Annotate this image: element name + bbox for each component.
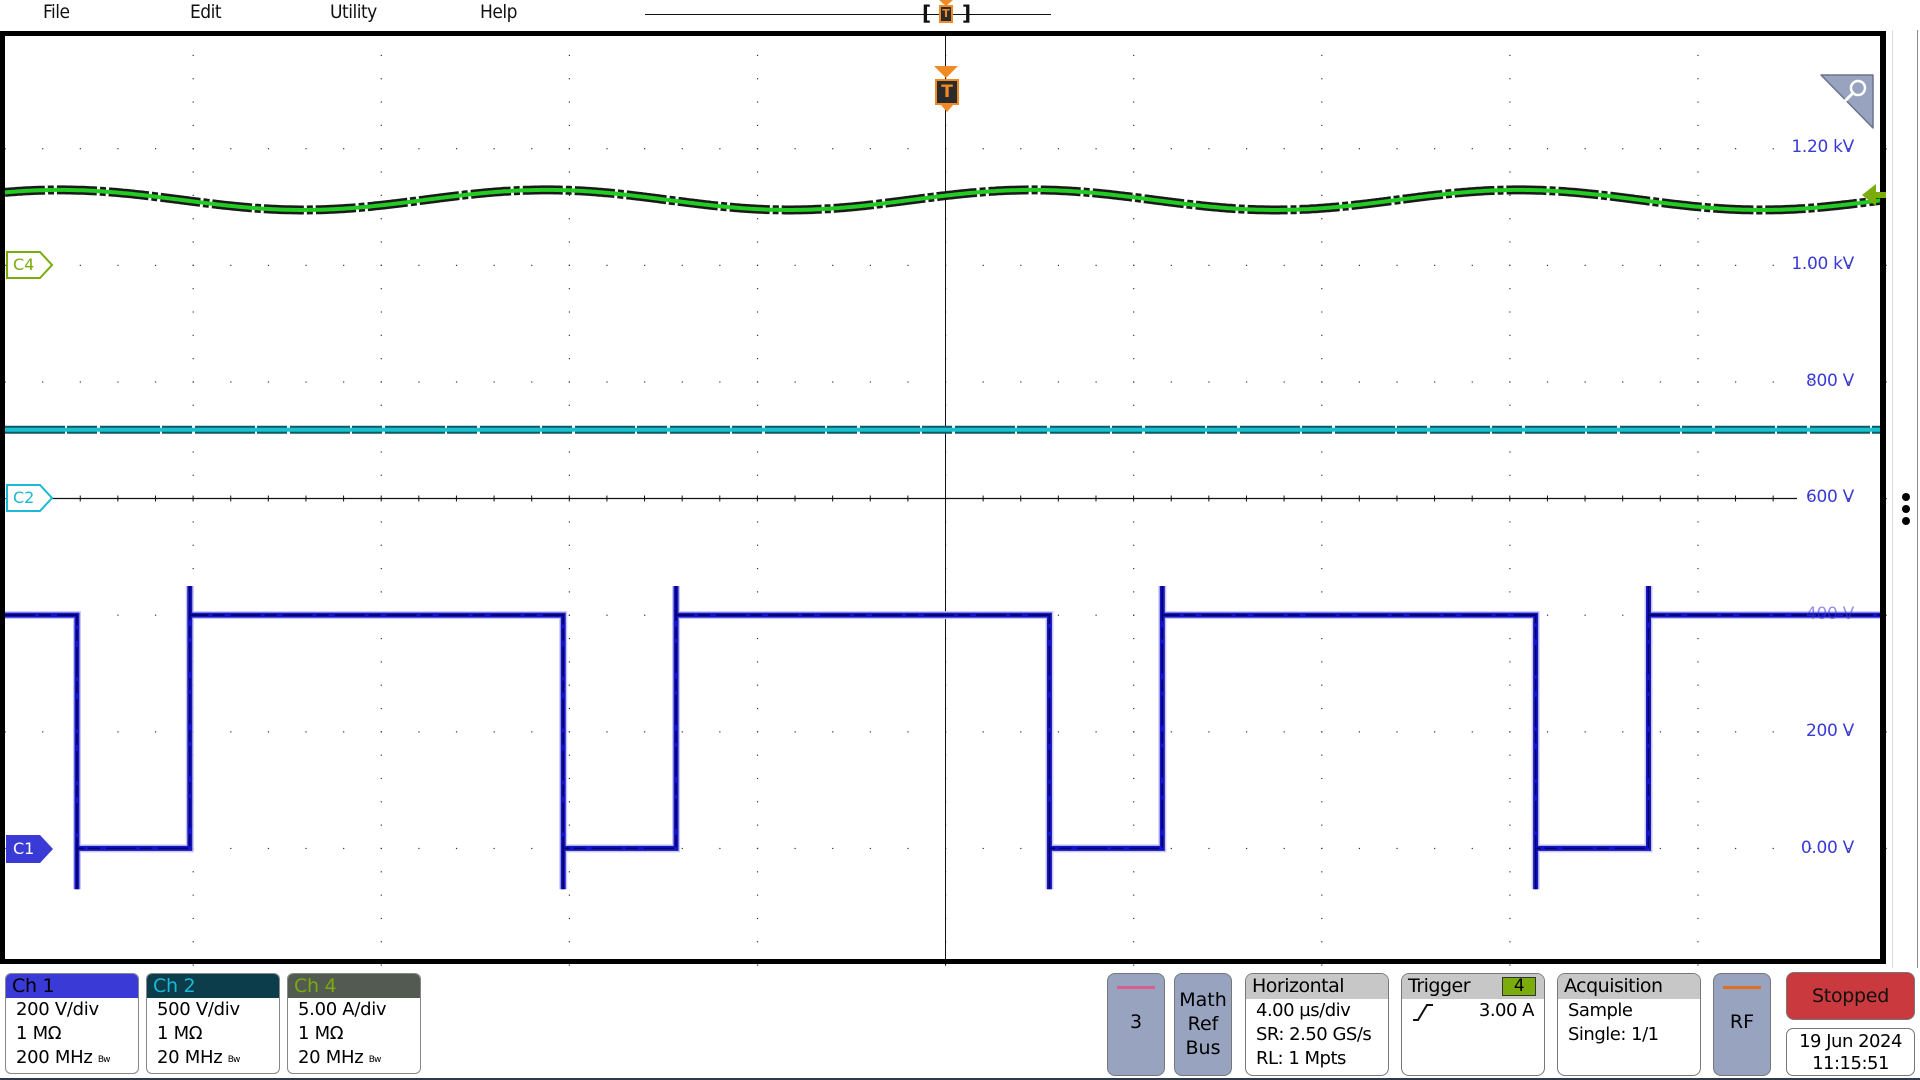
- ch1-ground-marker[interactable]: C1: [6, 835, 54, 863]
- view-bracket-left: [: [922, 1, 932, 25]
- trigger-position-tip-icon: [941, 105, 953, 112]
- ch4-badge[interactable]: Ch 4 5.00 A/div 1 MΩ 20 MHz Bw: [287, 973, 421, 1074]
- date: 19 Jun 2024: [1799, 1031, 1902, 1052]
- menu-help[interactable]: Help: [480, 1, 517, 23]
- axis-label: 400 V: [1806, 604, 1854, 624]
- rf-color-bar: [1723, 986, 1761, 989]
- vertical-ellipsis-icon[interactable]: [1902, 493, 1912, 529]
- ch1-badge-title: Ch 1: [6, 974, 138, 998]
- ch2-bandwidth: 20 MHz: [157, 1047, 223, 1068]
- ch4-bandwidth-row: 20 MHz Bw: [288, 1046, 420, 1072]
- ch2-bandwidth-row: 20 MHz Bw: [147, 1046, 279, 1072]
- axis-label: 0.00 V: [1800, 838, 1854, 858]
- ch4-ground-marker[interactable]: C4: [6, 251, 54, 279]
- math-label: Math: [1179, 989, 1227, 1011]
- ch3-label: 3: [1129, 1011, 1143, 1033]
- bandwidth-limit-icon: Bw: [368, 1055, 382, 1065]
- trigger-level-arrow-icon[interactable]: [1862, 182, 1886, 208]
- axis-label: 1.20 kV: [1791, 137, 1854, 157]
- bandwidth-limit-icon: Bw: [227, 1055, 241, 1065]
- menu-utility[interactable]: Utility: [330, 1, 377, 23]
- side-panel-edge: [1917, 30, 1918, 968]
- view-bracket-right: ]: [962, 1, 972, 25]
- acquisition-badge[interactable]: Acquisition Sample Single: 1/1: [1557, 973, 1701, 1076]
- date-time-display: 19 Jun 2024 11:15:51: [1786, 1028, 1915, 1076]
- ch3-button[interactable]: 3: [1107, 973, 1165, 1076]
- sample-rate: SR: 2.50 GS/s: [1256, 1024, 1372, 1045]
- zoom-button[interactable]: [1819, 74, 1875, 130]
- bus-label: Bus: [1185, 1037, 1221, 1059]
- time: 11:15:51: [1812, 1053, 1889, 1074]
- menu-edit[interactable]: Edit: [190, 1, 222, 23]
- trigger-title-row: Trigger 4: [1402, 974, 1544, 999]
- ref-label: Ref: [1187, 1013, 1219, 1035]
- ch1-badge[interactable]: Ch 1 200 V/div 1 MΩ 200 MHz Bw: [5, 973, 139, 1074]
- timeline-trigger-icon[interactable]: T: [939, 5, 953, 23]
- ch1-scale: 200 V/div: [16, 999, 99, 1020]
- rf-label: RF: [1729, 1011, 1755, 1033]
- record-length: RL: 1 Mpts: [1256, 1048, 1346, 1069]
- acquisition-title: Acquisition: [1558, 974, 1700, 999]
- axis-label: 200 V: [1806, 721, 1854, 741]
- rising-edge-icon: [1413, 1004, 1433, 1021]
- ch4-bandwidth: 20 MHz: [298, 1047, 364, 1068]
- rf-button[interactable]: RF: [1713, 973, 1771, 1076]
- acquisition-mode: Sample: [1568, 1000, 1633, 1021]
- settings-bar: Ch 1 200 V/div 1 MΩ 200 MHz Bw Ch 2 500 …: [0, 968, 1920, 1080]
- acquisition-status: Single: 1/1: [1568, 1024, 1659, 1045]
- ch2-scale: 500 V/div: [157, 999, 240, 1020]
- ch2-ground-marker[interactable]: C2: [6, 484, 54, 512]
- trigger-badge[interactable]: Trigger 4 3.00 A: [1401, 973, 1545, 1076]
- ch4-marker-label: C4: [13, 255, 35, 274]
- trigger-title: Trigger: [1408, 975, 1471, 997]
- ch1-bandwidth: 200 MHz: [16, 1047, 93, 1068]
- ch4-impedance: 1 MΩ: [298, 1023, 344, 1044]
- plot-frame: [0, 31, 1886, 964]
- side-panel-handle[interactable]: [1892, 30, 1920, 968]
- menu-bar: File Edit Utility Help [ ] T: [0, 0, 1920, 30]
- axis-label: 800 V: [1806, 371, 1854, 391]
- record-timeline[interactable]: [645, 14, 1051, 15]
- ch3-color-bar: [1117, 986, 1155, 989]
- math-ref-bus-button[interactable]: Math Ref Bus: [1174, 973, 1232, 1076]
- bandwidth-limit-icon: Bw: [97, 1055, 111, 1065]
- trigger-position-arrow-icon[interactable]: [934, 66, 958, 78]
- run-stop-button[interactable]: Stopped: [1786, 972, 1915, 1020]
- ch4-scale: 5.00 A/div: [298, 999, 387, 1020]
- ch4-badge-title: Ch 4: [288, 974, 420, 998]
- axis-label: 1.00 kV: [1791, 254, 1854, 274]
- ch2-impedance: 1 MΩ: [157, 1023, 203, 1044]
- trigger-source-badge: 4: [1502, 977, 1536, 996]
- ch1-bandwidth-row: 200 MHz Bw: [6, 1046, 138, 1072]
- magnifier-icon: [1820, 74, 1874, 129]
- ch2-badge-title: Ch 2: [147, 974, 279, 998]
- trigger-level: 3.00 A: [1478, 1000, 1535, 1021]
- trigger-position-icon[interactable]: T: [935, 79, 959, 105]
- horizontal-badge[interactable]: Horizontal 4.00 µs/div SR: 2.50 GS/s RL:…: [1245, 973, 1389, 1076]
- waveform-display[interactable]: T 1.20 kV 1.00 kV 800 V 600 V 400 V 200 …: [0, 30, 1892, 968]
- horizontal-scale: 4.00 µs/div: [1256, 1000, 1351, 1021]
- menu-file[interactable]: File: [43, 1, 70, 23]
- ch2-badge[interactable]: Ch 2 500 V/div 1 MΩ 20 MHz Bw: [146, 973, 280, 1074]
- ch1-marker-label: C1: [13, 839, 35, 858]
- ch1-impedance: 1 MΩ: [16, 1023, 62, 1044]
- horizontal-title: Horizontal: [1246, 974, 1388, 999]
- axis-label: 600 V: [1806, 487, 1854, 507]
- ch2-marker-label: C2: [13, 488, 35, 507]
